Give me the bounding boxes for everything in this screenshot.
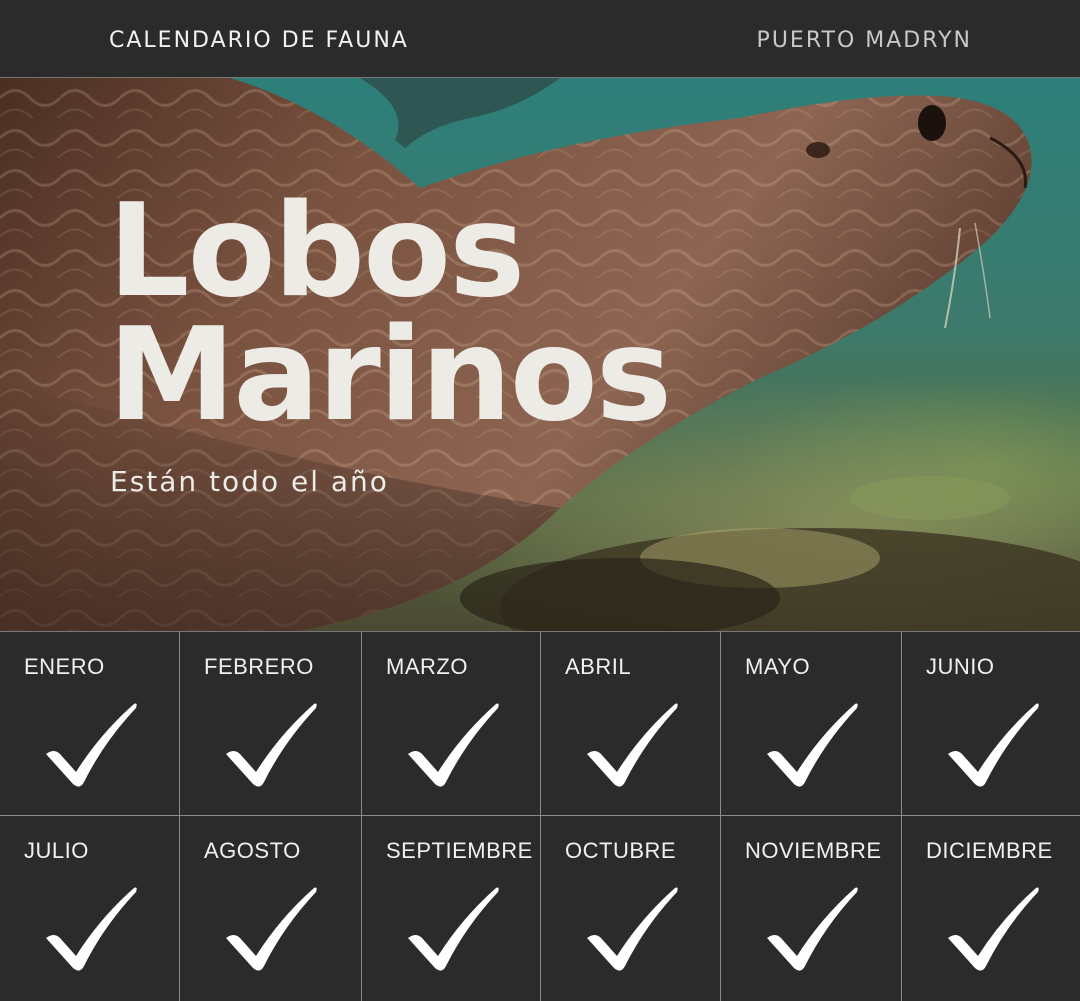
checkmark-icon	[46, 887, 137, 971]
month-cell: MAYO	[721, 632, 902, 816]
month-cell: DICIEMBRE	[902, 816, 1080, 1001]
month-label: ABRIL	[565, 654, 632, 679]
month-cell: ABRIL	[541, 632, 721, 816]
month-label: SEPTIEMBRE	[386, 838, 533, 863]
month-label: JUNIO	[926, 654, 995, 679]
checkmark-icon	[948, 887, 1039, 971]
month-label: AGOSTO	[204, 838, 301, 863]
month-label: MARZO	[386, 654, 468, 679]
checkmark-icon	[587, 703, 678, 787]
checkmark-icon	[226, 703, 317, 787]
hero-photo-sea-lion: Lobos Marinos Están todo el año	[0, 78, 1080, 631]
month-label: MAYO	[745, 654, 811, 679]
header-title: CALENDARIO DE FAUNA	[109, 28, 409, 53]
title-line-1: Lobos	[108, 177, 525, 326]
checkmark-icon	[46, 703, 137, 787]
month-cell: SEPTIEMBRE	[362, 816, 541, 1001]
species-title: Lobos Marinos	[108, 177, 672, 450]
month-cell: ENERO	[0, 632, 180, 816]
month-cell: FEBRERO	[180, 632, 362, 816]
month-label: DICIEMBRE	[926, 838, 1053, 863]
checkmark-icon	[408, 703, 499, 787]
checkmark-icon	[226, 887, 317, 971]
title-line-2: Marinos	[108, 301, 672, 450]
month-label: NOVIEMBRE	[745, 838, 882, 863]
top-bar: CALENDARIO DE FAUNA PUERTO MADRYN	[0, 0, 1080, 78]
checkmark-icon	[408, 887, 499, 971]
month-cell: OCTUBRE	[541, 816, 721, 1001]
checkmark-icon	[767, 887, 858, 971]
checkmark-icon	[767, 703, 858, 787]
checkmark-icon	[948, 703, 1039, 787]
month-label: FEBRERO	[204, 654, 314, 679]
month-cell: AGOSTO	[180, 816, 362, 1001]
checkmark-icon	[587, 887, 678, 971]
month-cell: MARZO	[362, 632, 541, 816]
month-cell: JULIO	[0, 816, 180, 1001]
month-cell: JUNIO	[902, 632, 1080, 816]
month-label: ENERO	[24, 654, 105, 679]
availability-subtitle: Están todo el año	[110, 465, 389, 498]
month-label: JULIO	[24, 838, 89, 863]
month-label: OCTUBRE	[565, 838, 677, 863]
month-cell: NOVIEMBRE	[721, 816, 902, 1001]
month-calendar: ENERO FEBRERO MARZO ABRIL MAYO JUNIO JULIO AGOS…	[0, 631, 1080, 1001]
location-label: PUERTO MADRYN	[756, 28, 972, 53]
